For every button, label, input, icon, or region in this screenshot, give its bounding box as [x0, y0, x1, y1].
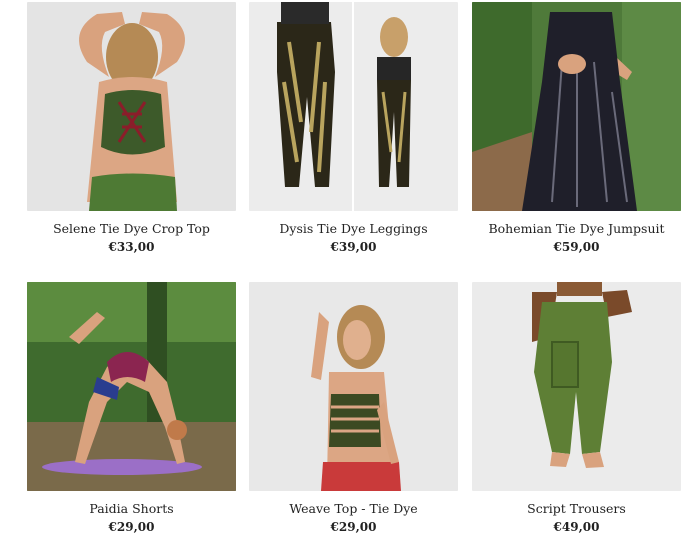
product-card[interactable]: Script Trousers €49,00	[472, 282, 681, 534]
product-image[interactable]	[27, 2, 236, 211]
product-name[interactable]: Selene Tie Dye Crop Top	[27, 221, 236, 236]
product-price: €33,00	[108, 240, 155, 254]
product-name[interactable]: Dysis Tie Dye Leggings	[249, 221, 458, 236]
product-card[interactable]: Paidia Shorts €29,00	[27, 282, 236, 534]
product-image[interactable]	[249, 282, 458, 491]
product-card[interactable]: Dysis Tie Dye Leggings €39,00	[249, 2, 458, 254]
product-price: €59,00	[553, 240, 600, 254]
product-name[interactable]: Weave Top - Tie Dye	[249, 501, 458, 516]
product-price: €29,00	[108, 520, 155, 534]
product-card[interactable]: Weave Top - Tie Dye €29,00	[249, 282, 458, 534]
product-name[interactable]: Paidia Shorts	[27, 501, 236, 516]
product-image[interactable]	[472, 282, 681, 491]
product-card[interactable]: Selene Tie Dye Crop Top €33,00	[27, 2, 236, 254]
product-grid: Selene Tie Dye Crop Top €33,00 Dysis Tie…	[0, 0, 700, 534]
product-image[interactable]	[472, 2, 681, 211]
product-price: €39,00	[330, 240, 377, 254]
product-price: €49,00	[553, 520, 600, 534]
product-name[interactable]: Bohemian Tie Dye Jumpsuit	[472, 221, 681, 236]
product-image[interactable]	[249, 2, 458, 211]
product-image[interactable]	[27, 282, 236, 491]
product-price: €29,00	[330, 520, 377, 534]
product-name[interactable]: Script Trousers	[472, 501, 681, 516]
product-card[interactable]: Bohemian Tie Dye Jumpsuit €59,00	[472, 2, 681, 254]
